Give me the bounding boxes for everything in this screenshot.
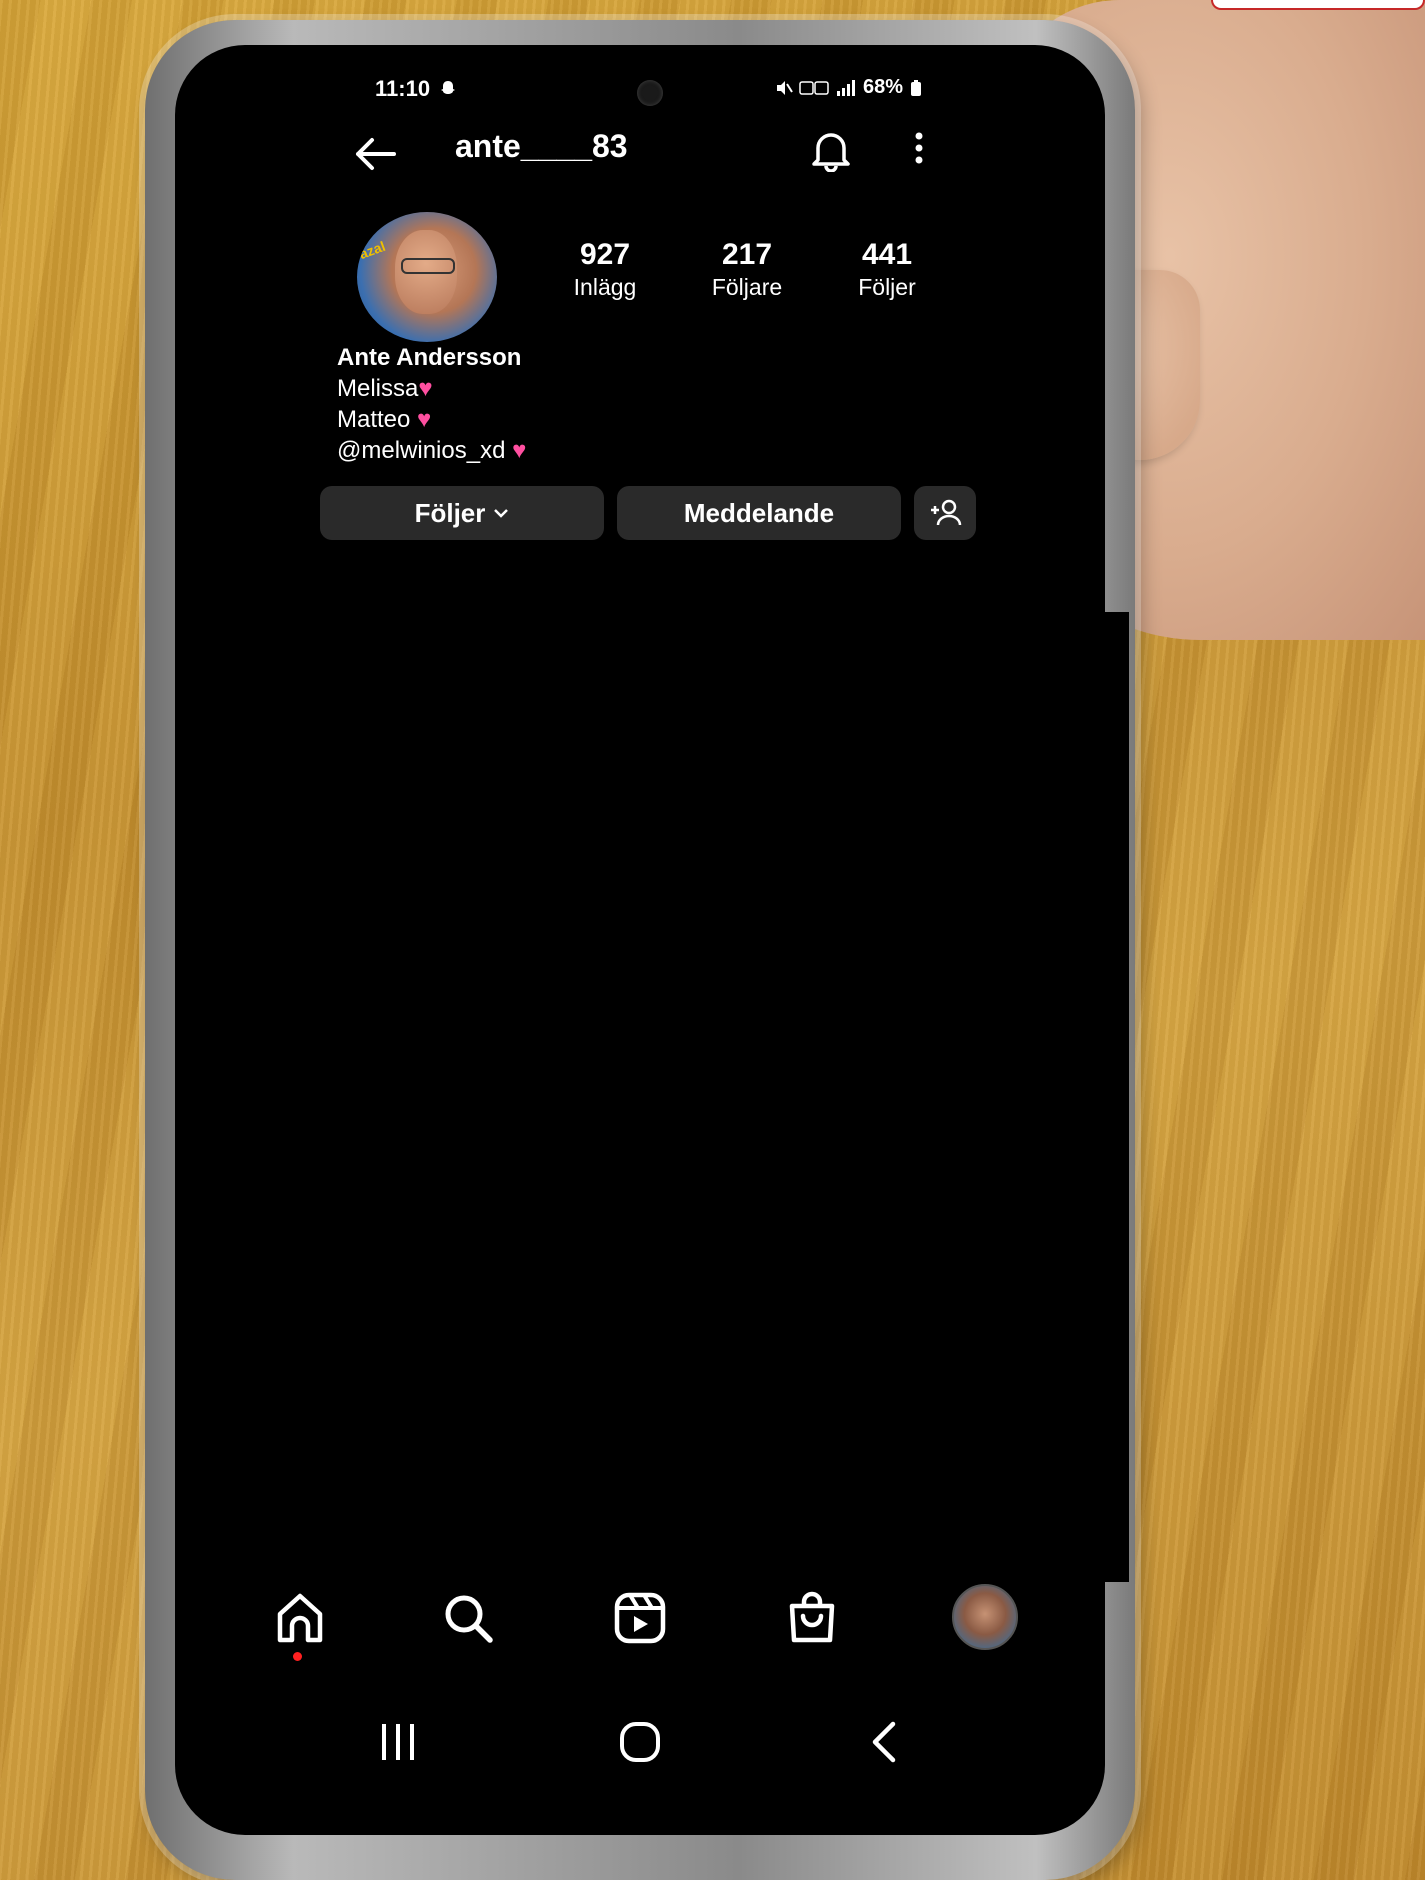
home-notification-dot bbox=[293, 1652, 302, 1661]
stat-followers[interactable]: 217 Följare bbox=[692, 238, 802, 301]
avatar-glasses bbox=[401, 258, 455, 274]
stat-following-value: 441 bbox=[861, 238, 913, 271]
nav-reels[interactable] bbox=[610, 1588, 670, 1648]
nav-shop[interactable] bbox=[782, 1588, 842, 1648]
status-bar-left: 11:10 bbox=[375, 76, 458, 102]
back-icon bbox=[872, 1721, 896, 1763]
bio-line-text: Melissa bbox=[337, 375, 419, 402]
home-button[interactable] bbox=[600, 1712, 680, 1772]
profile-avatar[interactable]: azal bbox=[357, 212, 497, 342]
notification-bell-icon[interactable] bbox=[810, 128, 852, 172]
message-button[interactable]: Meddelande bbox=[617, 486, 901, 540]
signal-icon bbox=[837, 79, 855, 96]
bio-line: Matteo ♥ bbox=[337, 404, 526, 435]
bio-mention-link[interactable]: @melwinios_xd bbox=[337, 437, 505, 464]
add-user-button[interactable] bbox=[914, 486, 976, 540]
battery-icon bbox=[911, 79, 922, 96]
chevron-down-icon bbox=[494, 509, 509, 518]
mute-icon bbox=[777, 80, 793, 95]
home-button-icon bbox=[620, 1722, 660, 1762]
stat-posts-value: 927 bbox=[579, 238, 631, 271]
sparkling-heart-icon: ♥ bbox=[512, 437, 527, 464]
search-icon bbox=[445, 1595, 493, 1643]
reels-icon bbox=[614, 1592, 666, 1644]
message-button-label: Meddelande bbox=[683, 497, 835, 528]
battery-percent: 68% bbox=[863, 76, 904, 98]
add-user-icon bbox=[931, 499, 962, 526]
nav-search[interactable] bbox=[438, 1588, 498, 1648]
following-button[interactable]: Följer bbox=[320, 486, 604, 540]
following-button-label: Följer bbox=[414, 497, 486, 528]
front-camera bbox=[637, 80, 663, 106]
profile-bio: Ante Andersson Melissa♥ Matteo ♥ @melwin… bbox=[337, 342, 526, 466]
volte-icon bbox=[799, 80, 829, 95]
redaction-block bbox=[182, 612, 1129, 1582]
shop-icon bbox=[789, 1591, 835, 1643]
stat-posts-label: Inlägg bbox=[573, 274, 637, 300]
status-time: 11:10 bbox=[375, 76, 431, 101]
nav-home[interactable] bbox=[270, 1588, 330, 1648]
recent-apps-button[interactable] bbox=[358, 1712, 438, 1772]
back-arrow-icon[interactable] bbox=[352, 134, 398, 174]
status-bar-right: 68% bbox=[775, 76, 923, 99]
home-icon bbox=[277, 1593, 323, 1643]
stat-posts[interactable]: 927 Inlägg bbox=[550, 238, 660, 301]
bio-line-text: Matteo bbox=[337, 406, 411, 433]
snapchat-notification-icon bbox=[441, 81, 456, 94]
corner-tab bbox=[1211, 0, 1425, 10]
heart-icon: ♥ bbox=[417, 406, 432, 433]
bio-line: Melissa♥ bbox=[337, 373, 526, 404]
stat-followers-value: 217 bbox=[721, 238, 773, 271]
stat-following[interactable]: 441 Följer bbox=[832, 238, 942, 301]
nav-profile-avatar[interactable] bbox=[952, 1584, 1018, 1650]
bio-line[interactable]: @melwinios_xd ♥ bbox=[337, 435, 526, 466]
stat-followers-label: Följare bbox=[711, 274, 783, 300]
sparkling-heart-icon: ♥ bbox=[418, 375, 433, 402]
more-options-icon[interactable] bbox=[912, 130, 926, 170]
stat-following-label: Följer bbox=[858, 274, 916, 300]
profile-username: ante____83 bbox=[455, 128, 628, 164]
back-button[interactable] bbox=[845, 1712, 925, 1772]
bio-name: Ante Andersson bbox=[337, 344, 522, 371]
recent-apps-icon bbox=[382, 1724, 414, 1760]
